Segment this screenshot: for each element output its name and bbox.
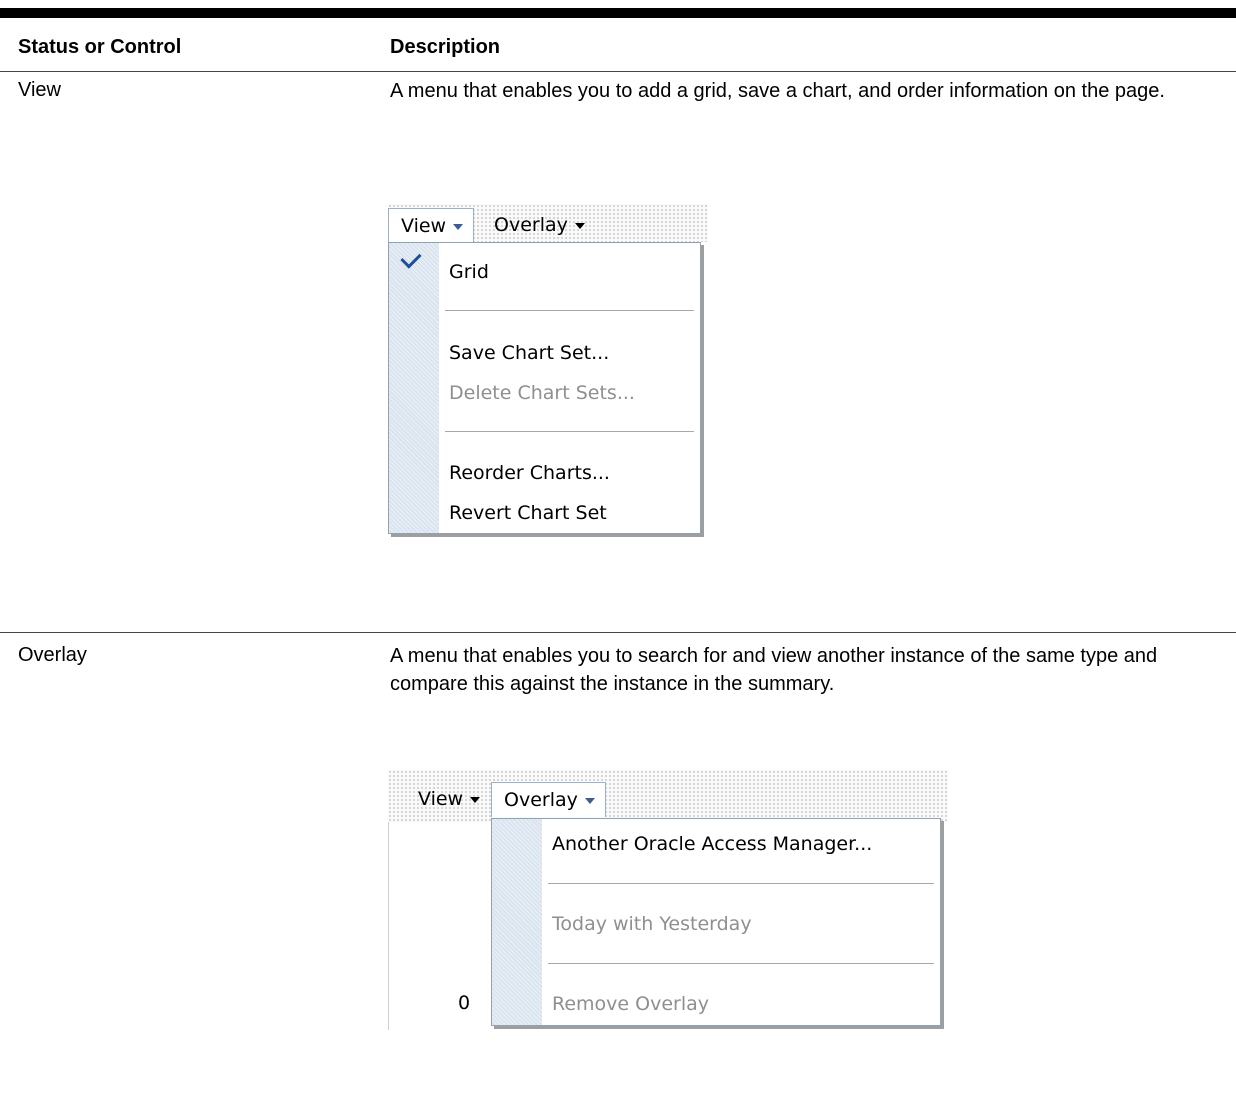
chevron-down-icon <box>470 796 481 803</box>
view-menu-button[interactable]: View <box>406 782 490 816</box>
overlay-menu-button[interactable]: Overlay <box>482 208 595 242</box>
header-status-or-control: Status or Control <box>18 36 182 58</box>
overlay-menu-button[interactable]: Overlay <box>491 782 606 817</box>
row-overlay-name: Overlay <box>18 644 87 666</box>
menu-separator <box>548 883 934 884</box>
row-view-description: A menu that enables you to add a grid, s… <box>390 80 1165 102</box>
chart-left-edge <box>388 822 389 1030</box>
menu-item-delete-chart-sets[interactable]: Delete Chart Sets... <box>449 378 635 408</box>
header-rule <box>0 71 1236 72</box>
row-rule <box>0 632 1236 633</box>
view-menu-button[interactable]: View <box>388 208 475 243</box>
overlay-dropdown-menu: Another Oracle Access Manager... Today w… <box>491 818 941 1026</box>
overlay-menu-label: Overlay <box>504 789 578 811</box>
menu-separator <box>445 431 694 432</box>
menu-item-remove-overlay[interactable]: Remove Overlay <box>552 989 709 1019</box>
overlay-menu-screenshot: View Overlay 0 Another Oracle Access Man… <box>388 770 954 1032</box>
view-menu-label: View <box>418 788 464 810</box>
menu-item-save-chart-set[interactable]: Save Chart Set... <box>449 338 609 368</box>
chevron-down-icon <box>584 797 595 804</box>
menu-separator <box>548 963 934 964</box>
view-menu-screenshot: View Overlay Grid Save Chart Set... Dele… <box>388 204 708 536</box>
row-view-name: View <box>18 79 61 101</box>
row-overlay-description: A menu that enables you to search for an… <box>390 645 1158 695</box>
overlay-menu-label: Overlay <box>494 214 568 236</box>
axis-zero-label: 0 <box>458 992 471 1014</box>
menu-separator <box>445 310 694 311</box>
header-description: Description <box>390 36 501 58</box>
menu-item-today-with-yesterday[interactable]: Today with Yesterday <box>552 909 752 939</box>
chevron-down-icon <box>453 223 464 230</box>
menu-gutter <box>492 819 542 1025</box>
menu-item-grid[interactable]: Grid <box>449 257 489 287</box>
chevron-down-icon <box>574 222 585 229</box>
menu-item-reorder-charts[interactable]: Reorder Charts... <box>449 458 610 488</box>
view-menu-label: View <box>401 215 447 237</box>
view-dropdown-menu: Grid Save Chart Set... Delete Chart Sets… <box>388 242 701 534</box>
menu-gutter <box>389 243 439 533</box>
menu-item-another-oracle-access-manager[interactable]: Another Oracle Access Manager... <box>552 829 872 859</box>
menu-item-revert-chart-set[interactable]: Revert Chart Set <box>449 498 607 528</box>
top-rule <box>0 8 1236 18</box>
